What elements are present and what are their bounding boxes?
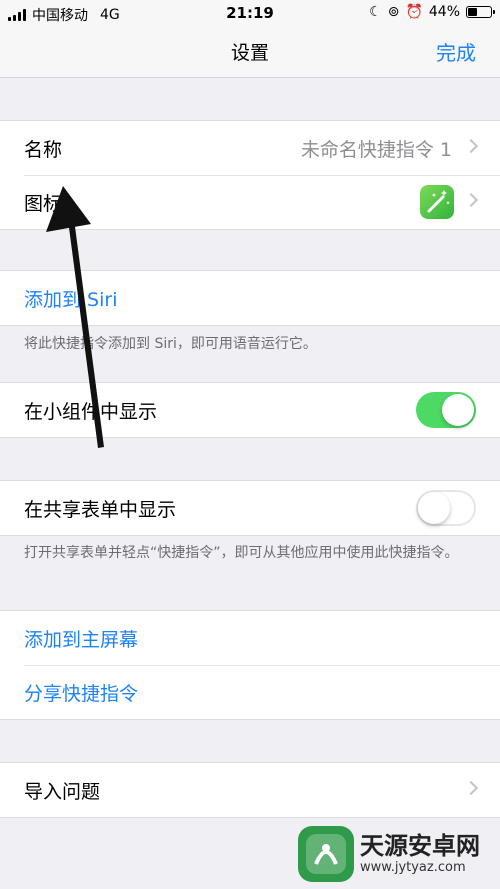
- annotation-arrow: [46, 186, 104, 448]
- watermark: 天源安卓网 www.jytyaz.com: [298, 826, 480, 882]
- watermark-logo: [298, 826, 354, 882]
- watermark-url: www.jytyaz.com: [360, 860, 466, 875]
- watermark-name: 天源安卓网: [360, 832, 480, 860]
